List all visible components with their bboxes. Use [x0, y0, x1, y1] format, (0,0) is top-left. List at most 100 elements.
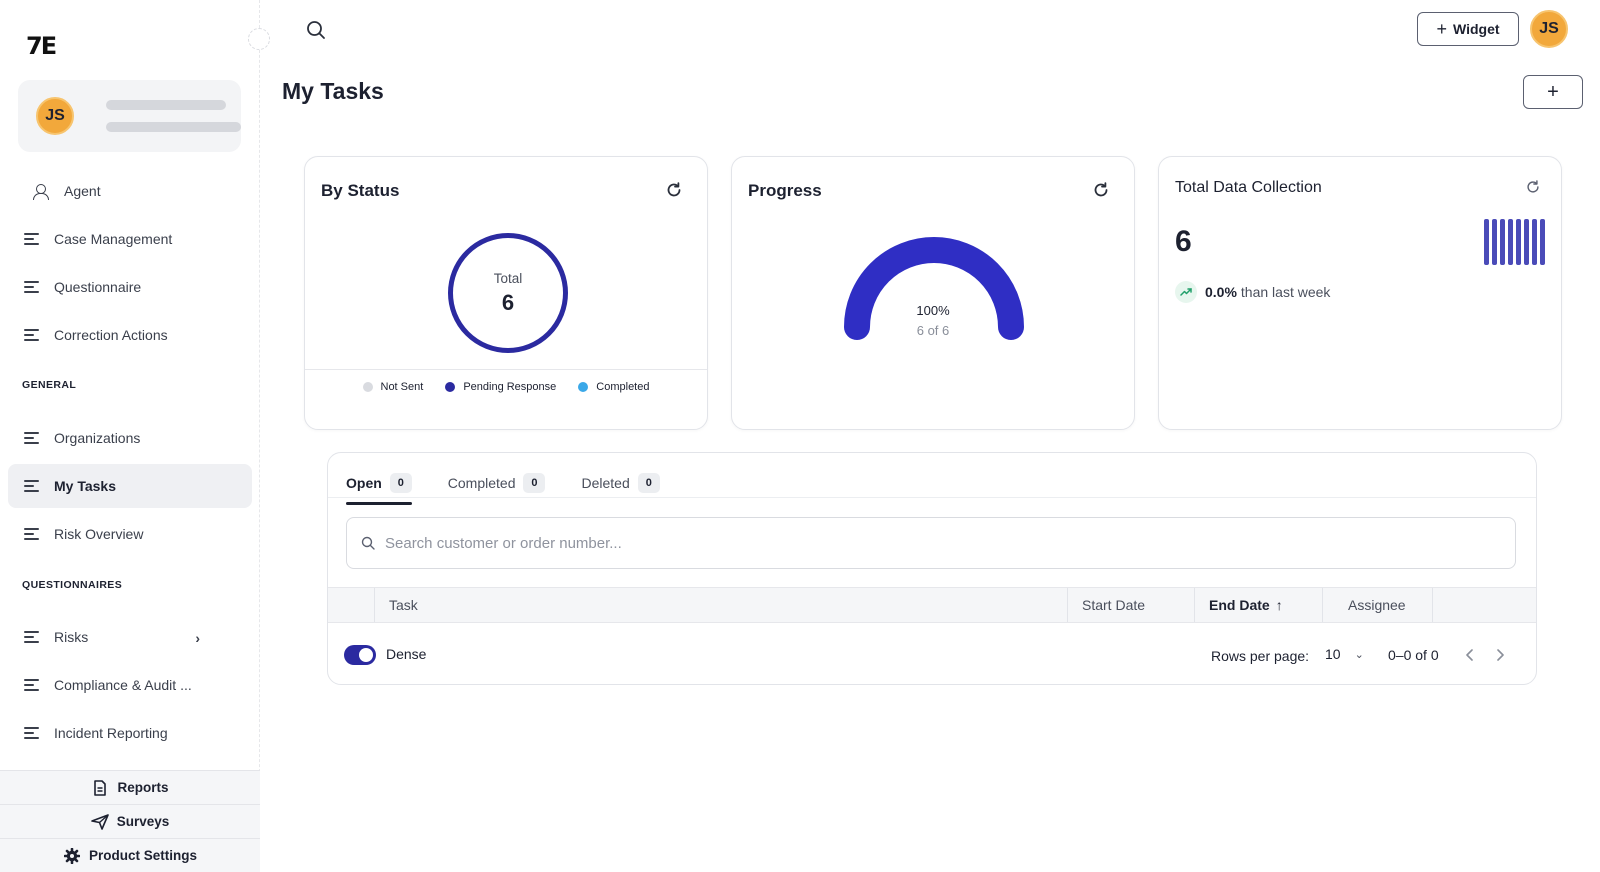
tab-completed[interactable]: Completed 0: [448, 467, 546, 499]
mini-bar: [1540, 219, 1545, 265]
next-page-button[interactable]: [1488, 643, 1512, 667]
chevron-down-icon: ⌄: [1354, 648, 1364, 661]
card-title: Progress: [748, 181, 822, 200]
sidebar-item-my-tasks[interactable]: My Tasks: [8, 464, 252, 508]
by-status-card: By Status Total 6 Not Sent Pending Respo…: [304, 156, 708, 430]
search-icon[interactable]: [306, 20, 326, 40]
account-avatar[interactable]: JS: [1530, 10, 1568, 48]
sidebar-item-label: Incident Reporting: [54, 725, 168, 741]
tab-deleted[interactable]: Deleted 0: [581, 467, 660, 499]
chevron-right-icon: [1497, 649, 1504, 661]
legend-item-pending-response[interactable]: Pending Response: [445, 381, 556, 393]
mini-bar: [1508, 219, 1513, 265]
sidebar-item-case-management[interactable]: Case Management: [8, 217, 252, 261]
column-task[interactable]: Task: [375, 588, 1068, 622]
sidebar-item-label: Organizations: [54, 430, 141, 446]
refresh-icon[interactable]: [1525, 179, 1541, 195]
tab-count-badge: 0: [637, 473, 660, 493]
product-settings-button[interactable]: Product Settings: [0, 838, 260, 872]
menu-lines-icon: [24, 329, 40, 341]
legend-label: Pending Response: [463, 381, 557, 393]
sidebar-item-questionnaire[interactable]: Questionnaire: [8, 265, 252, 309]
add-widget-button[interactable]: + Widget: [1417, 12, 1519, 46]
sidebar-item-label: Compliance & Audit ...: [54, 677, 192, 693]
progress-count: 6 of 6: [916, 323, 950, 338]
tasks-panel: Open 0 Completed 0 Deleted 0 Task Start …: [327, 452, 1537, 685]
section-label-general: GENERAL: [22, 379, 77, 391]
sidebar-item-compliance-audit[interactable]: Compliance & Audit ...: [8, 663, 252, 707]
column-label: End Date: [1209, 597, 1270, 613]
tab-label: Open: [346, 475, 382, 491]
brand-logo[interactable]: 7E: [26, 32, 57, 60]
surveys-button[interactable]: Surveys: [0, 804, 260, 838]
legend-label: Not Sent: [380, 381, 424, 393]
sidebar-item-risk-overview[interactable]: Risk Overview: [8, 512, 252, 556]
mini-bar-chart: [1484, 219, 1545, 265]
legend-dot: [362, 382, 373, 392]
trend-text: than last week: [1240, 284, 1331, 300]
sidebar-item-agent[interactable]: Agent: [8, 169, 252, 213]
add-button[interactable]: +: [1523, 75, 1583, 109]
sidebar-item-risks[interactable]: Risks ›: [8, 615, 252, 659]
reports-button[interactable]: Reports: [0, 770, 260, 804]
task-tabs: Open 0 Completed 0 Deleted 0: [346, 467, 660, 505]
rows-per-page-label: Rows per page:: [1211, 648, 1310, 664]
column-start-date[interactable]: Start Date: [1068, 588, 1195, 622]
sidebar-item-correction-actions[interactable]: Correction Actions: [8, 313, 252, 357]
user-role-placeholder: [106, 122, 241, 132]
sidebar-collapse-button[interactable]: [248, 28, 270, 50]
column-assignee[interactable]: Assignee: [1323, 588, 1433, 622]
legend-item-not-sent[interactable]: Not Sent: [362, 381, 424, 393]
product-settings-label: Product Settings: [88, 848, 197, 863]
column-end-date[interactable]: End Date ↑: [1195, 588, 1323, 622]
sidebar-item-incident-reporting[interactable]: Incident Reporting: [8, 711, 252, 755]
sidebar-item-label: Correction Actions: [54, 327, 168, 343]
column-label: Task: [389, 597, 418, 613]
legend-dot: [445, 382, 456, 392]
card-title: Total Data Collection: [1175, 179, 1322, 196]
chevron-left-icon: [1466, 649, 1473, 661]
document-icon: [91, 779, 109, 797]
tab-open[interactable]: Open 0: [346, 467, 412, 505]
legend-item-completed[interactable]: Completed: [578, 381, 649, 393]
legend-label: Completed: [596, 381, 650, 393]
mini-bar: [1524, 219, 1529, 265]
card-title: By Status: [321, 181, 400, 200]
user-card[interactable]: JS: [18, 80, 241, 152]
legend-dot: [578, 382, 589, 392]
menu-lines-icon: [24, 727, 40, 739]
mini-bar: [1500, 219, 1505, 265]
sidebar-item-label: Risks: [54, 629, 89, 645]
rows-per-page-value: 10: [1325, 646, 1341, 662]
dense-toggle[interactable]: [344, 645, 376, 665]
progress-percent: 100%: [916, 303, 950, 318]
previous-page-button[interactable]: [1458, 643, 1482, 667]
column-label: Start Date: [1082, 597, 1146, 613]
sidebar: 7E JS Agent Case Management Questionnair…: [0, 0, 270, 872]
total-value: 6: [501, 289, 515, 315]
menu-lines-icon: [24, 528, 40, 540]
rows-per-page-select[interactable]: 10 ⌄: [1325, 646, 1364, 662]
user-icon: [32, 183, 49, 200]
sidebar-item-organizations[interactable]: Organizations: [8, 416, 252, 460]
mini-bar: [1516, 219, 1521, 265]
table-header: Task Start Date End Date ↑ Assignee: [328, 587, 1536, 623]
tab-label: Deleted: [581, 475, 630, 491]
tab-label: Completed: [447, 475, 516, 491]
mini-bar: [1492, 219, 1497, 265]
refresh-icon[interactable]: [1092, 181, 1110, 199]
mini-bar: [1532, 219, 1537, 265]
sidebar-item-label: Questionnaire: [54, 279, 142, 295]
reports-label: Reports: [117, 780, 169, 795]
divider: [328, 497, 1536, 498]
user-avatar: JS: [36, 97, 74, 135]
sidebar-item-label: Agent: [64, 183, 101, 199]
search-input[interactable]: [385, 534, 1485, 552]
surveys-label: Surveys: [116, 814, 170, 829]
column-select[interactable]: [328, 588, 375, 622]
mini-bar: [1484, 219, 1489, 265]
trend-percent: 0.0%: [1205, 284, 1237, 300]
add-widget-label: Widget: [1452, 21, 1500, 37]
refresh-icon[interactable]: [665, 181, 683, 199]
search-icon: [361, 536, 375, 550]
